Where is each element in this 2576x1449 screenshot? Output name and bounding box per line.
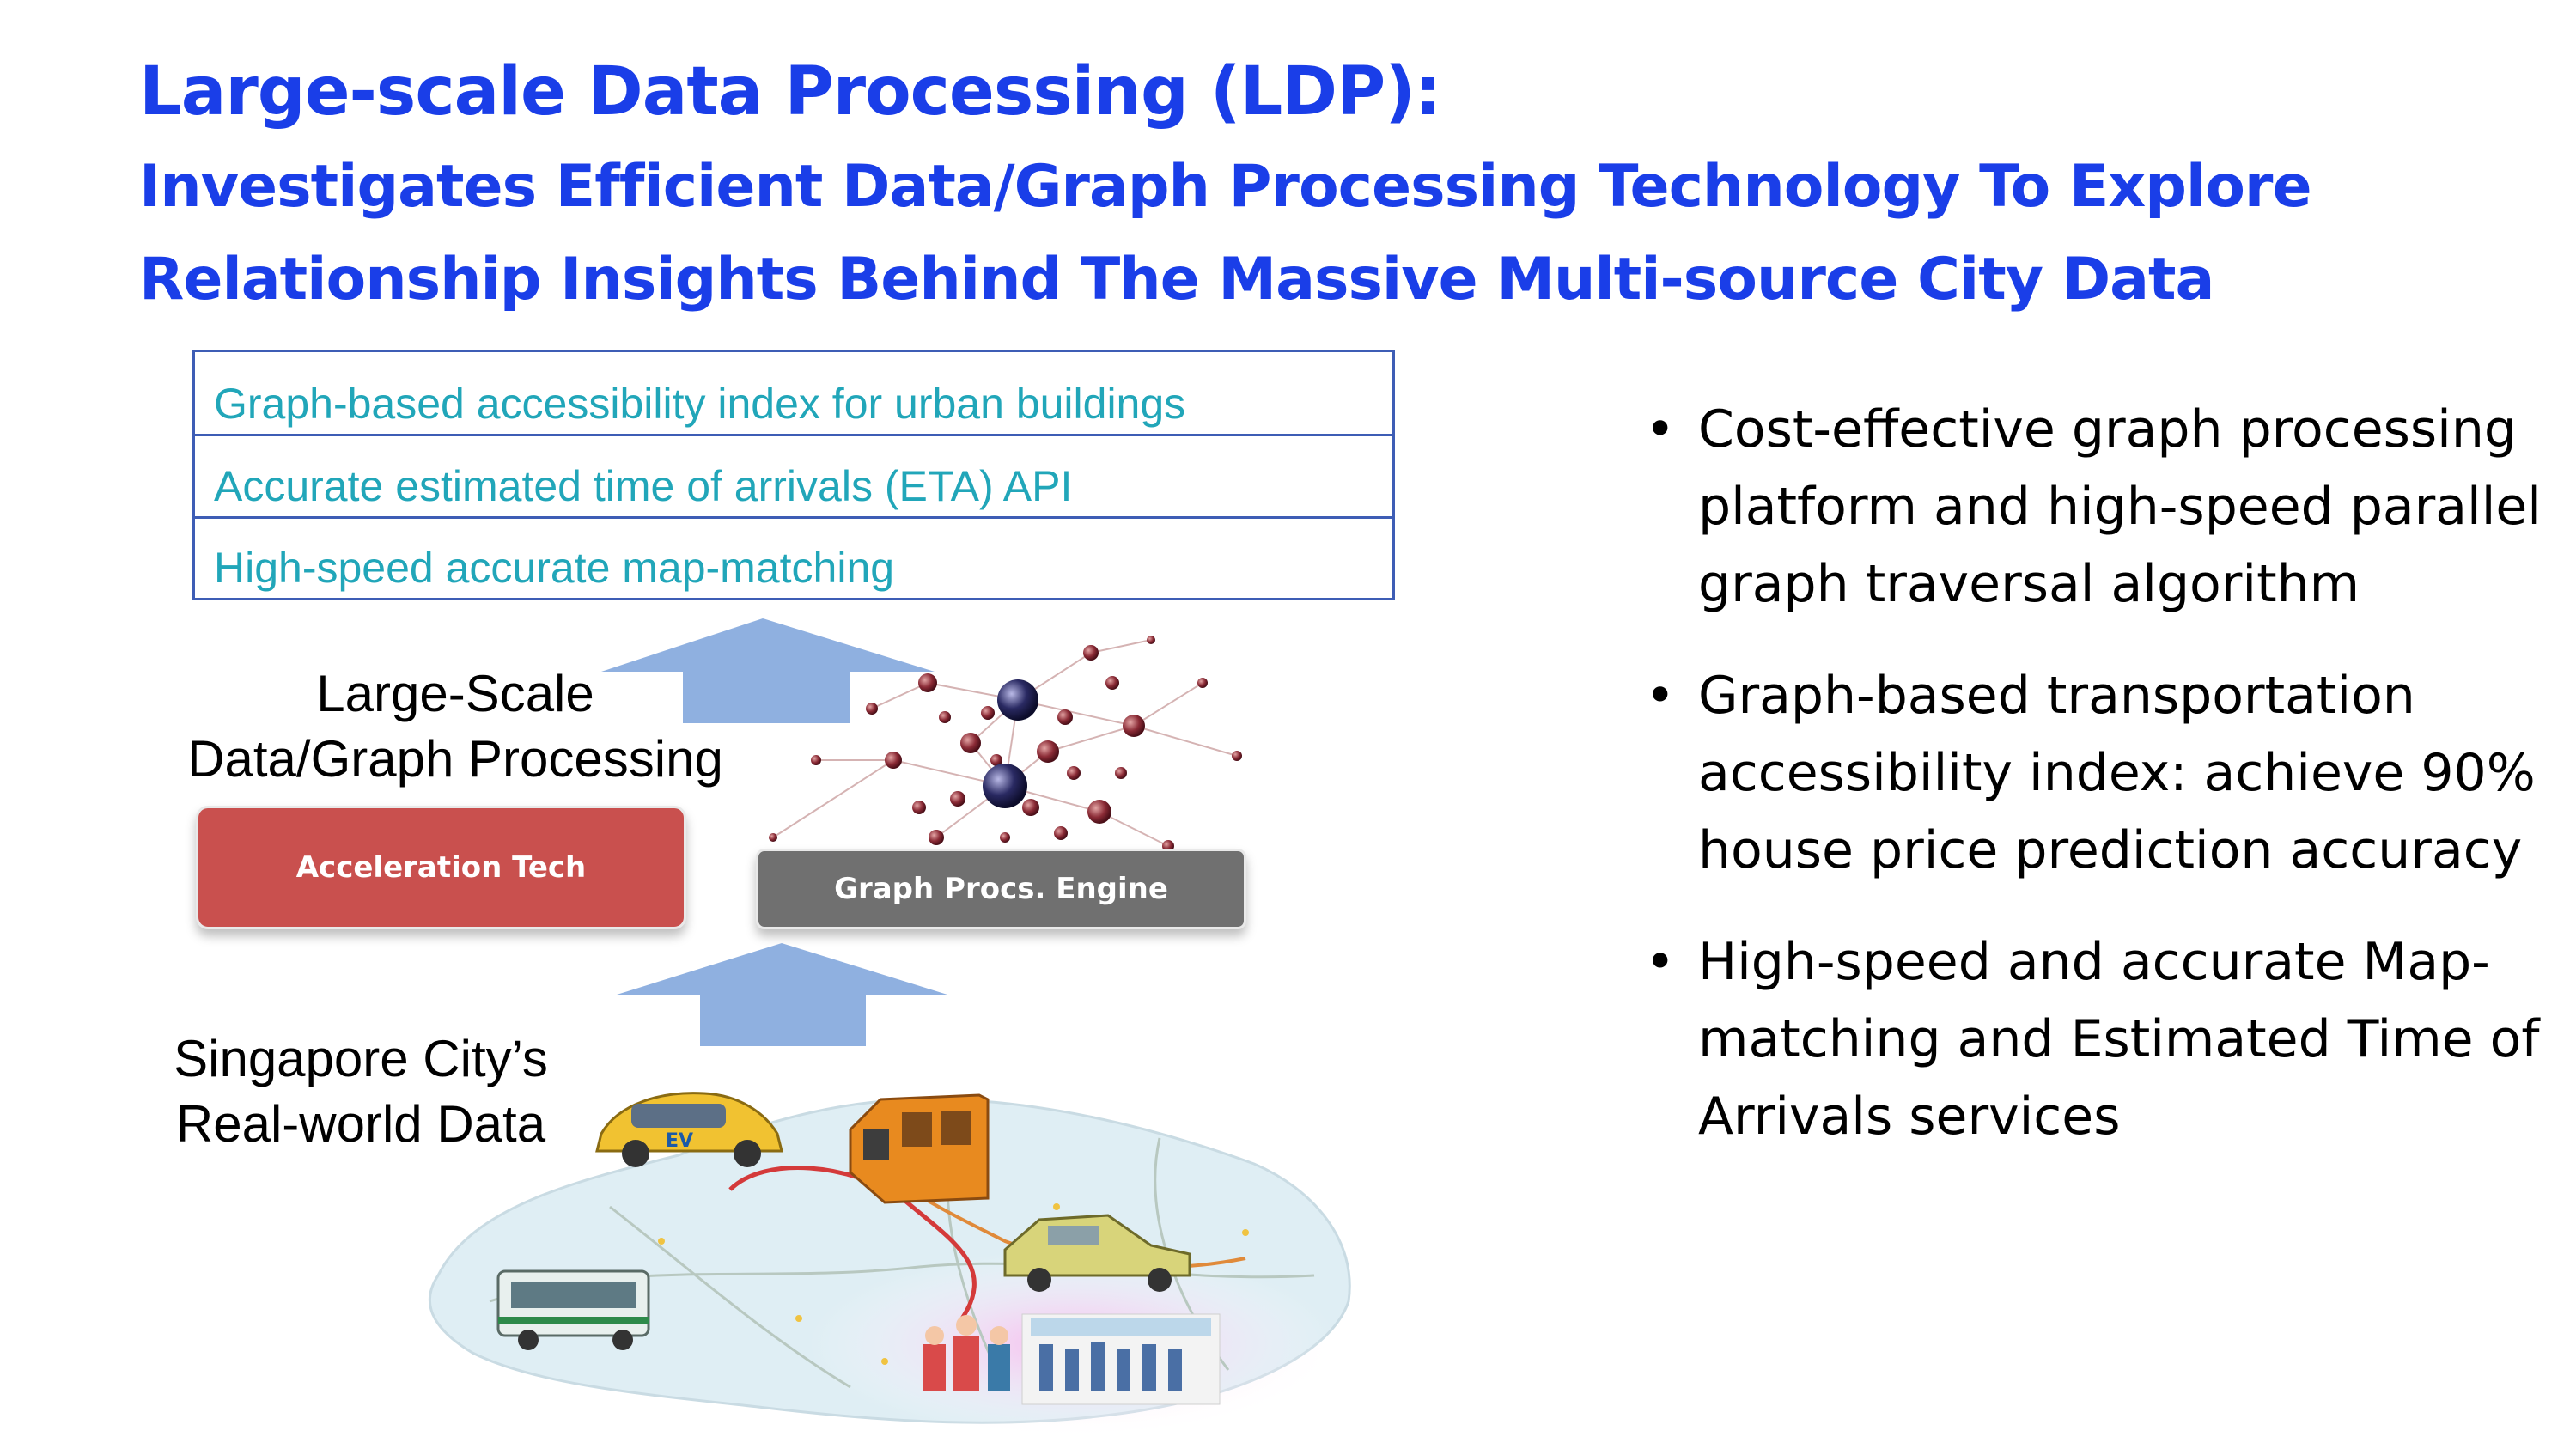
bullet-dot-icon: • — [1645, 666, 1676, 726]
bullet-graph-platform: • Cost-effective graph processing platfor… — [1645, 391, 2547, 623]
commuters-icon — [923, 1313, 1221, 1405]
application-accessibility-index: Graph-based accessibility index for urba… — [214, 380, 1186, 429]
graph-processing-engine-chip: Graph Procs. Engine — [756, 849, 1246, 929]
application-eta-api: Accurate estimated time of arrivals (ETA… — [195, 434, 1392, 515]
application-map-matching: High-speed accurate map-matching — [195, 515, 1392, 598]
svg-text:EV: EV — [666, 1130, 693, 1152]
bullet-dot-icon: • — [1645, 399, 1676, 460]
applications-box: Graph-based accessibility index for urba… — [192, 350, 1395, 600]
slide-title: Large-scale Data Processing (LDP): — [139, 53, 1441, 131]
key-results-list: • Cost-effective graph processing platfor… — [1645, 391, 2547, 1190]
acceleration-tech-chip: Acceleration Tech — [196, 806, 686, 929]
bullet-dot-icon: • — [1645, 932, 1676, 992]
lower-arrow-icon — [617, 943, 947, 1046]
singapore-data-label: Singapore City’s Real-world Data — [174, 1030, 548, 1153]
graph-network-icon — [769, 636, 1242, 852]
train-icon — [849, 1093, 990, 1204]
bullet-map-matching: • High-speed and accurate Map-matching an… — [1645, 923, 2547, 1155]
large-scale-processing-label: Large-Scale Data/Graph Processing — [187, 665, 723, 788]
slide-subtitle-line-1: Investigates Efficient Data/Graph Proces… — [139, 153, 2312, 221]
slide-subtitle-line-2: Relationship Insights Behind The Massive… — [139, 246, 2214, 314]
bullet-accessibility-index: • Graph-based transportation accessibilit… — [1645, 657, 2547, 889]
